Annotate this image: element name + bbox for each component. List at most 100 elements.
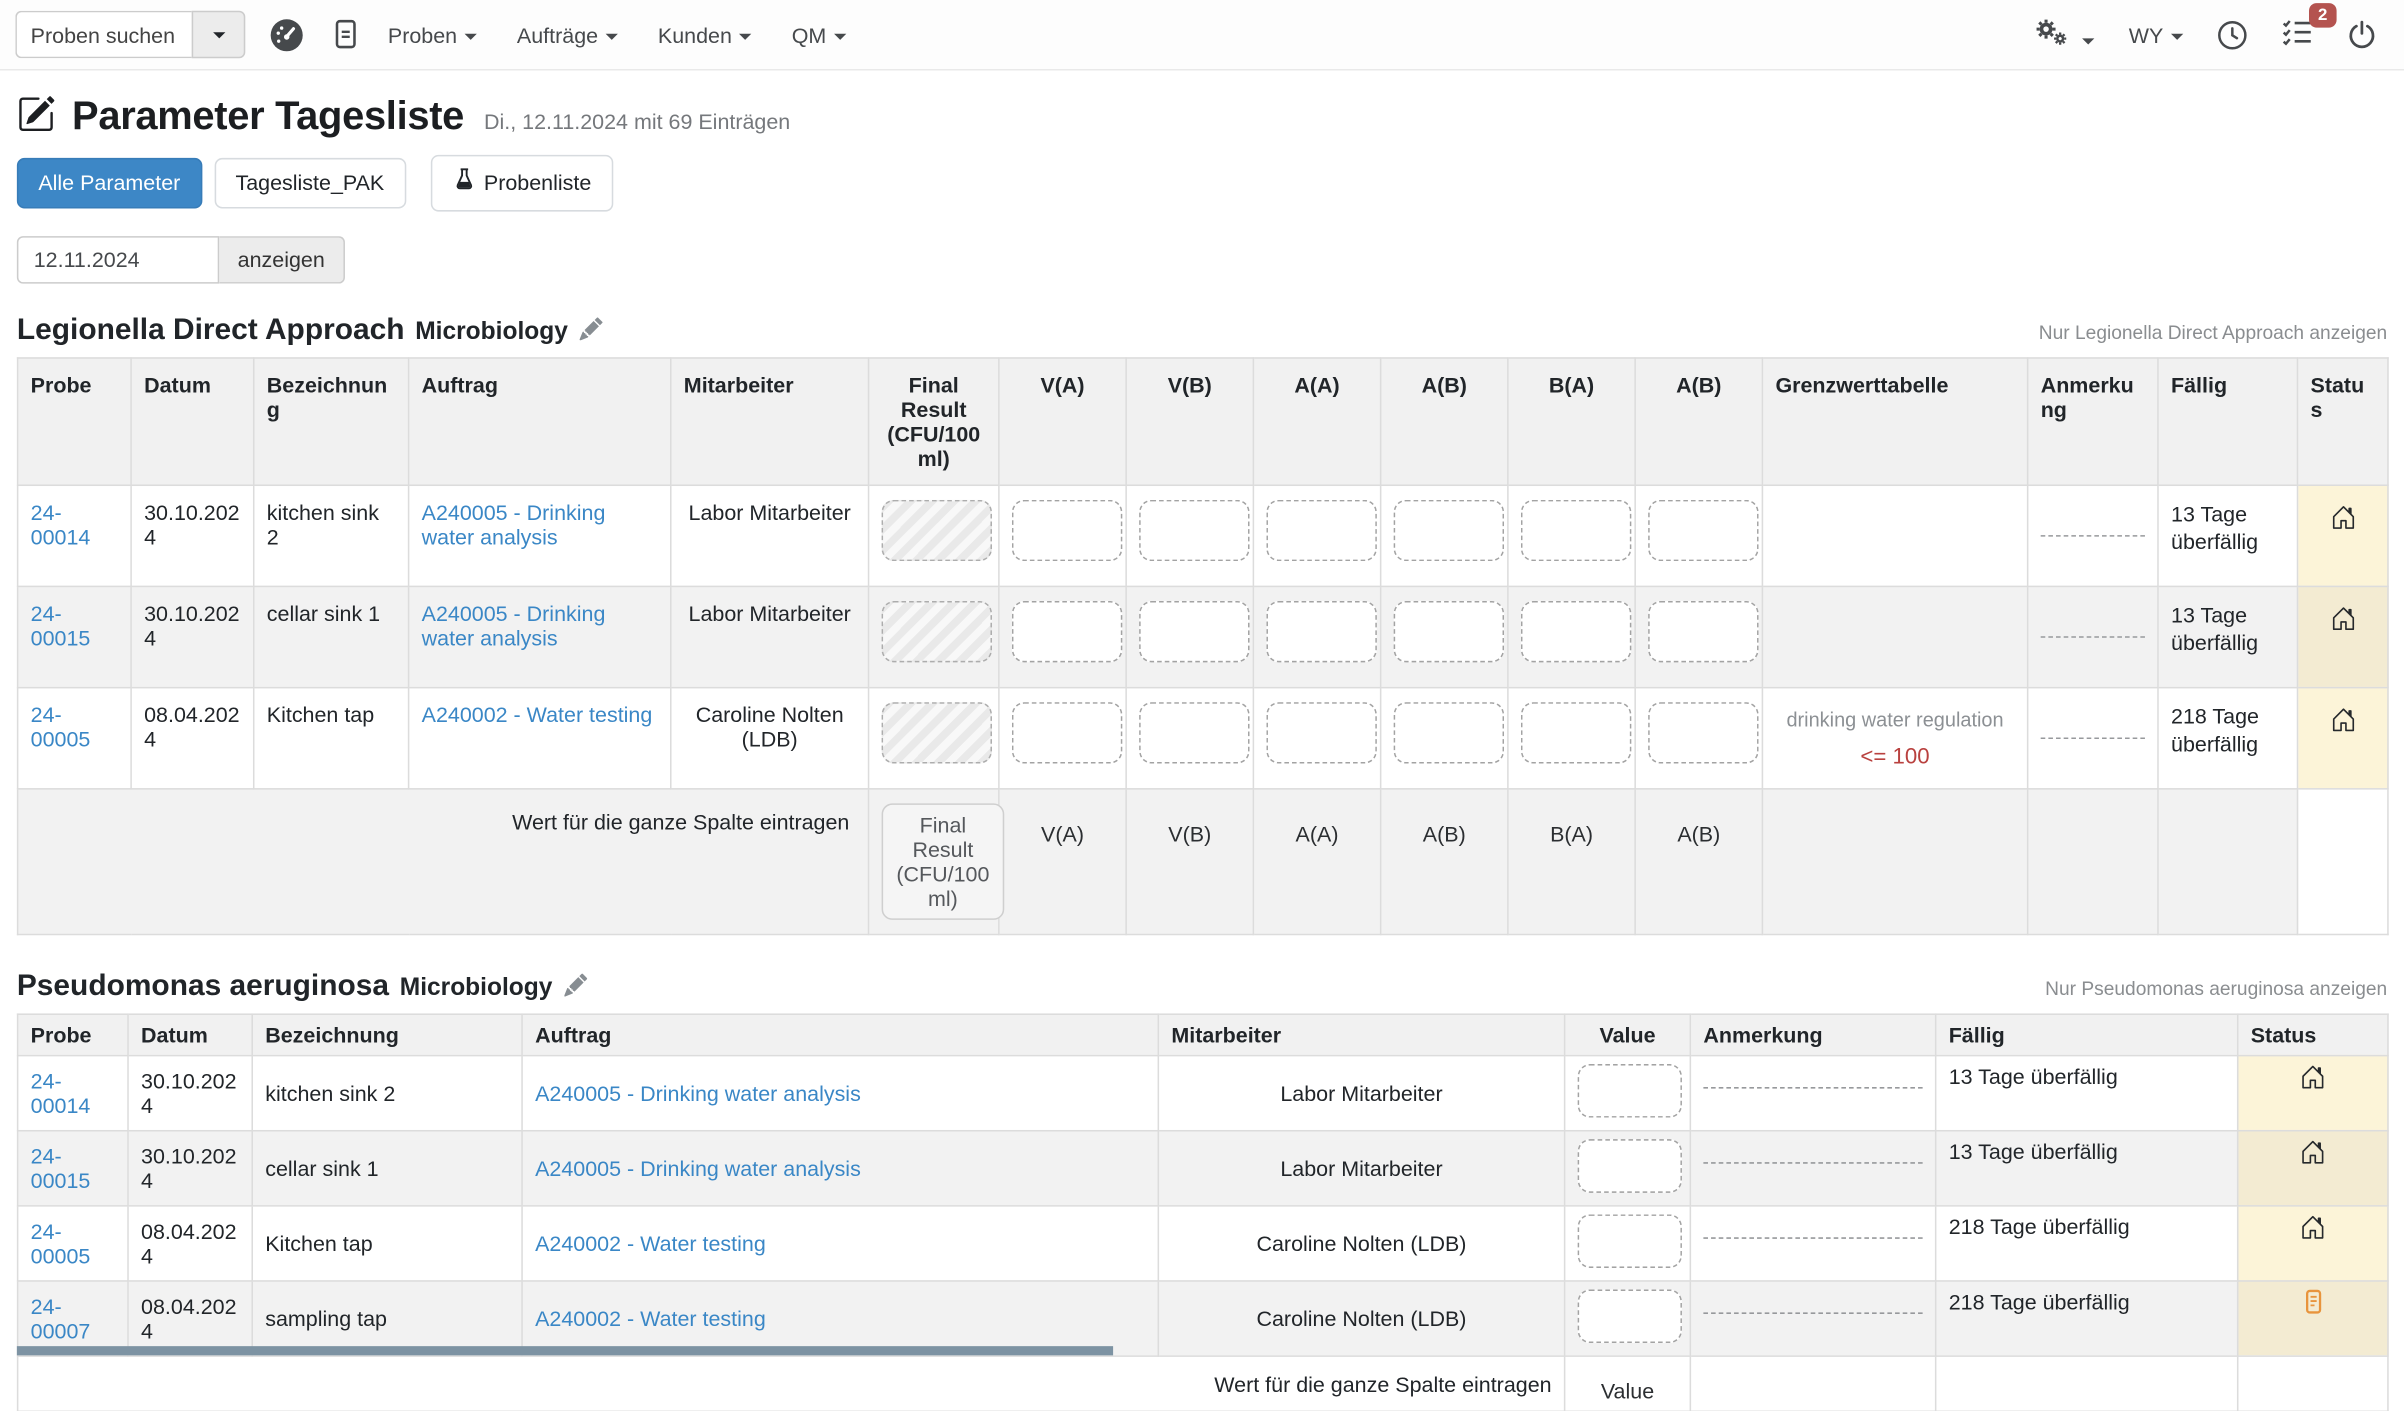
fill-ba-button[interactable]: B(A) — [1521, 803, 1622, 846]
ab-input[interactable] — [1394, 499, 1504, 560]
edit-pencil-icon[interactable] — [580, 317, 603, 345]
date-input[interactable] — [17, 235, 219, 283]
aa-input[interactable] — [1266, 701, 1376, 762]
anmerkung-field[interactable] — [1703, 1085, 1922, 1088]
vb-input[interactable] — [1139, 701, 1249, 762]
ba-input[interactable] — [1521, 701, 1631, 762]
fill-aa-button[interactable]: A(A) — [1266, 803, 1367, 846]
ab2-input[interactable] — [1648, 600, 1758, 661]
clock-icon[interactable] — [2217, 19, 2248, 50]
probe-link[interactable]: 24-00005 — [31, 1218, 91, 1267]
show-button[interactable]: anzeigen — [219, 235, 344, 283]
fill-ab-button[interactable]: A(B) — [1394, 803, 1495, 846]
tab-alle-parameter[interactable]: Alle Parameter — [17, 157, 202, 208]
filter-only-link[interactable]: Nur Pseudomonas aeruginosa anzeigen — [2045, 977, 2387, 998]
tab-probenliste[interactable]: Probenliste — [430, 155, 613, 211]
auftrag-link[interactable]: A240005 - Drinking water analysis — [535, 1155, 861, 1180]
anmerkung-field[interactable] — [1703, 1160, 1922, 1163]
ab2-input[interactable] — [1648, 701, 1758, 762]
probe-link[interactable]: 24-00014 — [31, 499, 91, 548]
ab-input[interactable] — [1394, 600, 1504, 661]
va-input[interactable] — [1012, 499, 1122, 560]
menu-kunden[interactable]: Kunden — [658, 22, 752, 47]
mitarbeiter-cell: Labor Mitarbeiter — [1158, 1130, 1564, 1205]
chevron-down-icon — [606, 33, 618, 39]
menu-proben[interactable]: Proben — [388, 22, 477, 47]
vb-input[interactable] — [1139, 499, 1249, 560]
va-input[interactable] — [1012, 600, 1122, 661]
probe-link[interactable]: 24-00007 — [31, 1293, 91, 1342]
chevron-down-icon — [465, 33, 477, 39]
ab-input[interactable] — [1394, 701, 1504, 762]
gears-icon — [2032, 28, 2075, 53]
mitarbeiter-cell: Labor Mitarbeiter — [671, 586, 869, 687]
probe-link[interactable]: 24-00015 — [31, 1143, 91, 1192]
task-list-button[interactable]: 2 — [2281, 17, 2313, 52]
ba-input[interactable] — [1521, 499, 1631, 560]
value-input[interactable] — [1578, 1138, 1682, 1192]
anmerkung-field[interactable] — [1703, 1310, 1922, 1313]
auftrag-link[interactable]: A240005 - Drinking water analysis — [422, 499, 606, 548]
aa-input[interactable] — [1266, 499, 1376, 560]
document-icon[interactable] — [2301, 1293, 2326, 1318]
power-icon[interactable] — [2347, 20, 2376, 49]
user-menu[interactable]: WY — [2129, 22, 2184, 47]
fill-value-button[interactable]: Value — [1578, 1364, 1678, 1402]
house-icon[interactable] — [2300, 1145, 2326, 1170]
anmerkung-field[interactable] — [1703, 1235, 1922, 1238]
fill-final-result-button[interactable]: Final Result (CFU/100 ml) — [882, 803, 1005, 920]
filter-only-link[interactable]: Nur Legionella Direct Approach anzeigen — [2039, 321, 2387, 342]
main-menu: Proben Aufträge Kunden QM — [388, 22, 846, 47]
probe-link[interactable]: 24-00014 — [31, 1068, 91, 1117]
value-input[interactable] — [1578, 1063, 1682, 1117]
datum-cell: 08.04.2024 — [131, 687, 254, 788]
auftrag-link[interactable]: A240002 - Water testing — [535, 1306, 766, 1331]
datum-cell: 30.10.2024 — [128, 1130, 252, 1205]
probe-link[interactable]: 24-00015 — [31, 600, 91, 649]
auftrag-link[interactable]: A240002 - Water testing — [422, 701, 653, 726]
search-input[interactable] — [15, 11, 191, 59]
datum-cell: 30.10.2024 — [131, 586, 254, 687]
house-icon[interactable] — [2330, 611, 2356, 636]
page-subtitle: Di., 12.11.2024 mit 69 Einträgen — [484, 109, 790, 140]
grenzwert-cell[interactable]: drinking water regulation <= 100 — [1762, 687, 2027, 788]
fill-vb-button[interactable]: V(B) — [1139, 803, 1240, 846]
col-header-grenzwerttabelle: Grenzwerttabelle — [1762, 357, 2027, 484]
section-title: Pseudomonas aeruginosa — [17, 968, 389, 1003]
fill-ab2-button[interactable]: A(B) — [1648, 803, 1749, 846]
document-icon[interactable] — [331, 18, 360, 50]
col-header-probe: Probe — [18, 357, 131, 484]
auftrag-link[interactable]: A240002 - Water testing — [535, 1230, 766, 1255]
col-header-value: Value — [1565, 1013, 1691, 1054]
fill-va-button[interactable]: V(A) — [1012, 803, 1113, 846]
ab2-input[interactable] — [1648, 499, 1758, 560]
menu-auftraege[interactable]: Aufträge — [517, 22, 618, 47]
value-input[interactable] — [1578, 1289, 1682, 1343]
house-icon[interactable] — [2300, 1220, 2326, 1245]
house-icon[interactable] — [2330, 712, 2356, 737]
va-input[interactable] — [1012, 701, 1122, 762]
tab-tagesliste-pak[interactable]: Tagesliste_PAK — [214, 157, 406, 208]
sample-search-group — [15, 11, 245, 59]
search-dropdown-button[interactable] — [192, 11, 246, 59]
house-icon[interactable] — [2300, 1069, 2326, 1094]
vb-input[interactable] — [1139, 600, 1249, 661]
pencil-square-icon — [17, 94, 55, 137]
anmerkung-field[interactable] — [2041, 735, 2145, 738]
ba-input[interactable] — [1521, 600, 1631, 661]
value-input[interactable] — [1578, 1214, 1682, 1268]
house-icon[interactable] — [2330, 510, 2356, 535]
bezeichnung-cell: kitchen sink 2 — [252, 1055, 522, 1130]
anmerkung-field[interactable] — [2041, 533, 2145, 536]
edit-pencil-icon[interactable] — [565, 973, 588, 1001]
grenzwert-cell — [1762, 484, 2027, 585]
probe-link[interactable]: 24-00005 — [31, 701, 91, 750]
menu-qm[interactable]: QM — [792, 22, 847, 47]
anmerkung-field[interactable] — [2041, 634, 2145, 637]
auftrag-link[interactable]: A240005 - Drinking water analysis — [535, 1080, 861, 1105]
settings-menu[interactable] — [2032, 17, 2095, 52]
aa-input[interactable] — [1266, 600, 1376, 661]
speedometer-icon[interactable] — [270, 18, 304, 52]
auftrag-link[interactable]: A240005 - Drinking water analysis — [422, 600, 606, 649]
chevron-down-icon — [740, 33, 752, 39]
